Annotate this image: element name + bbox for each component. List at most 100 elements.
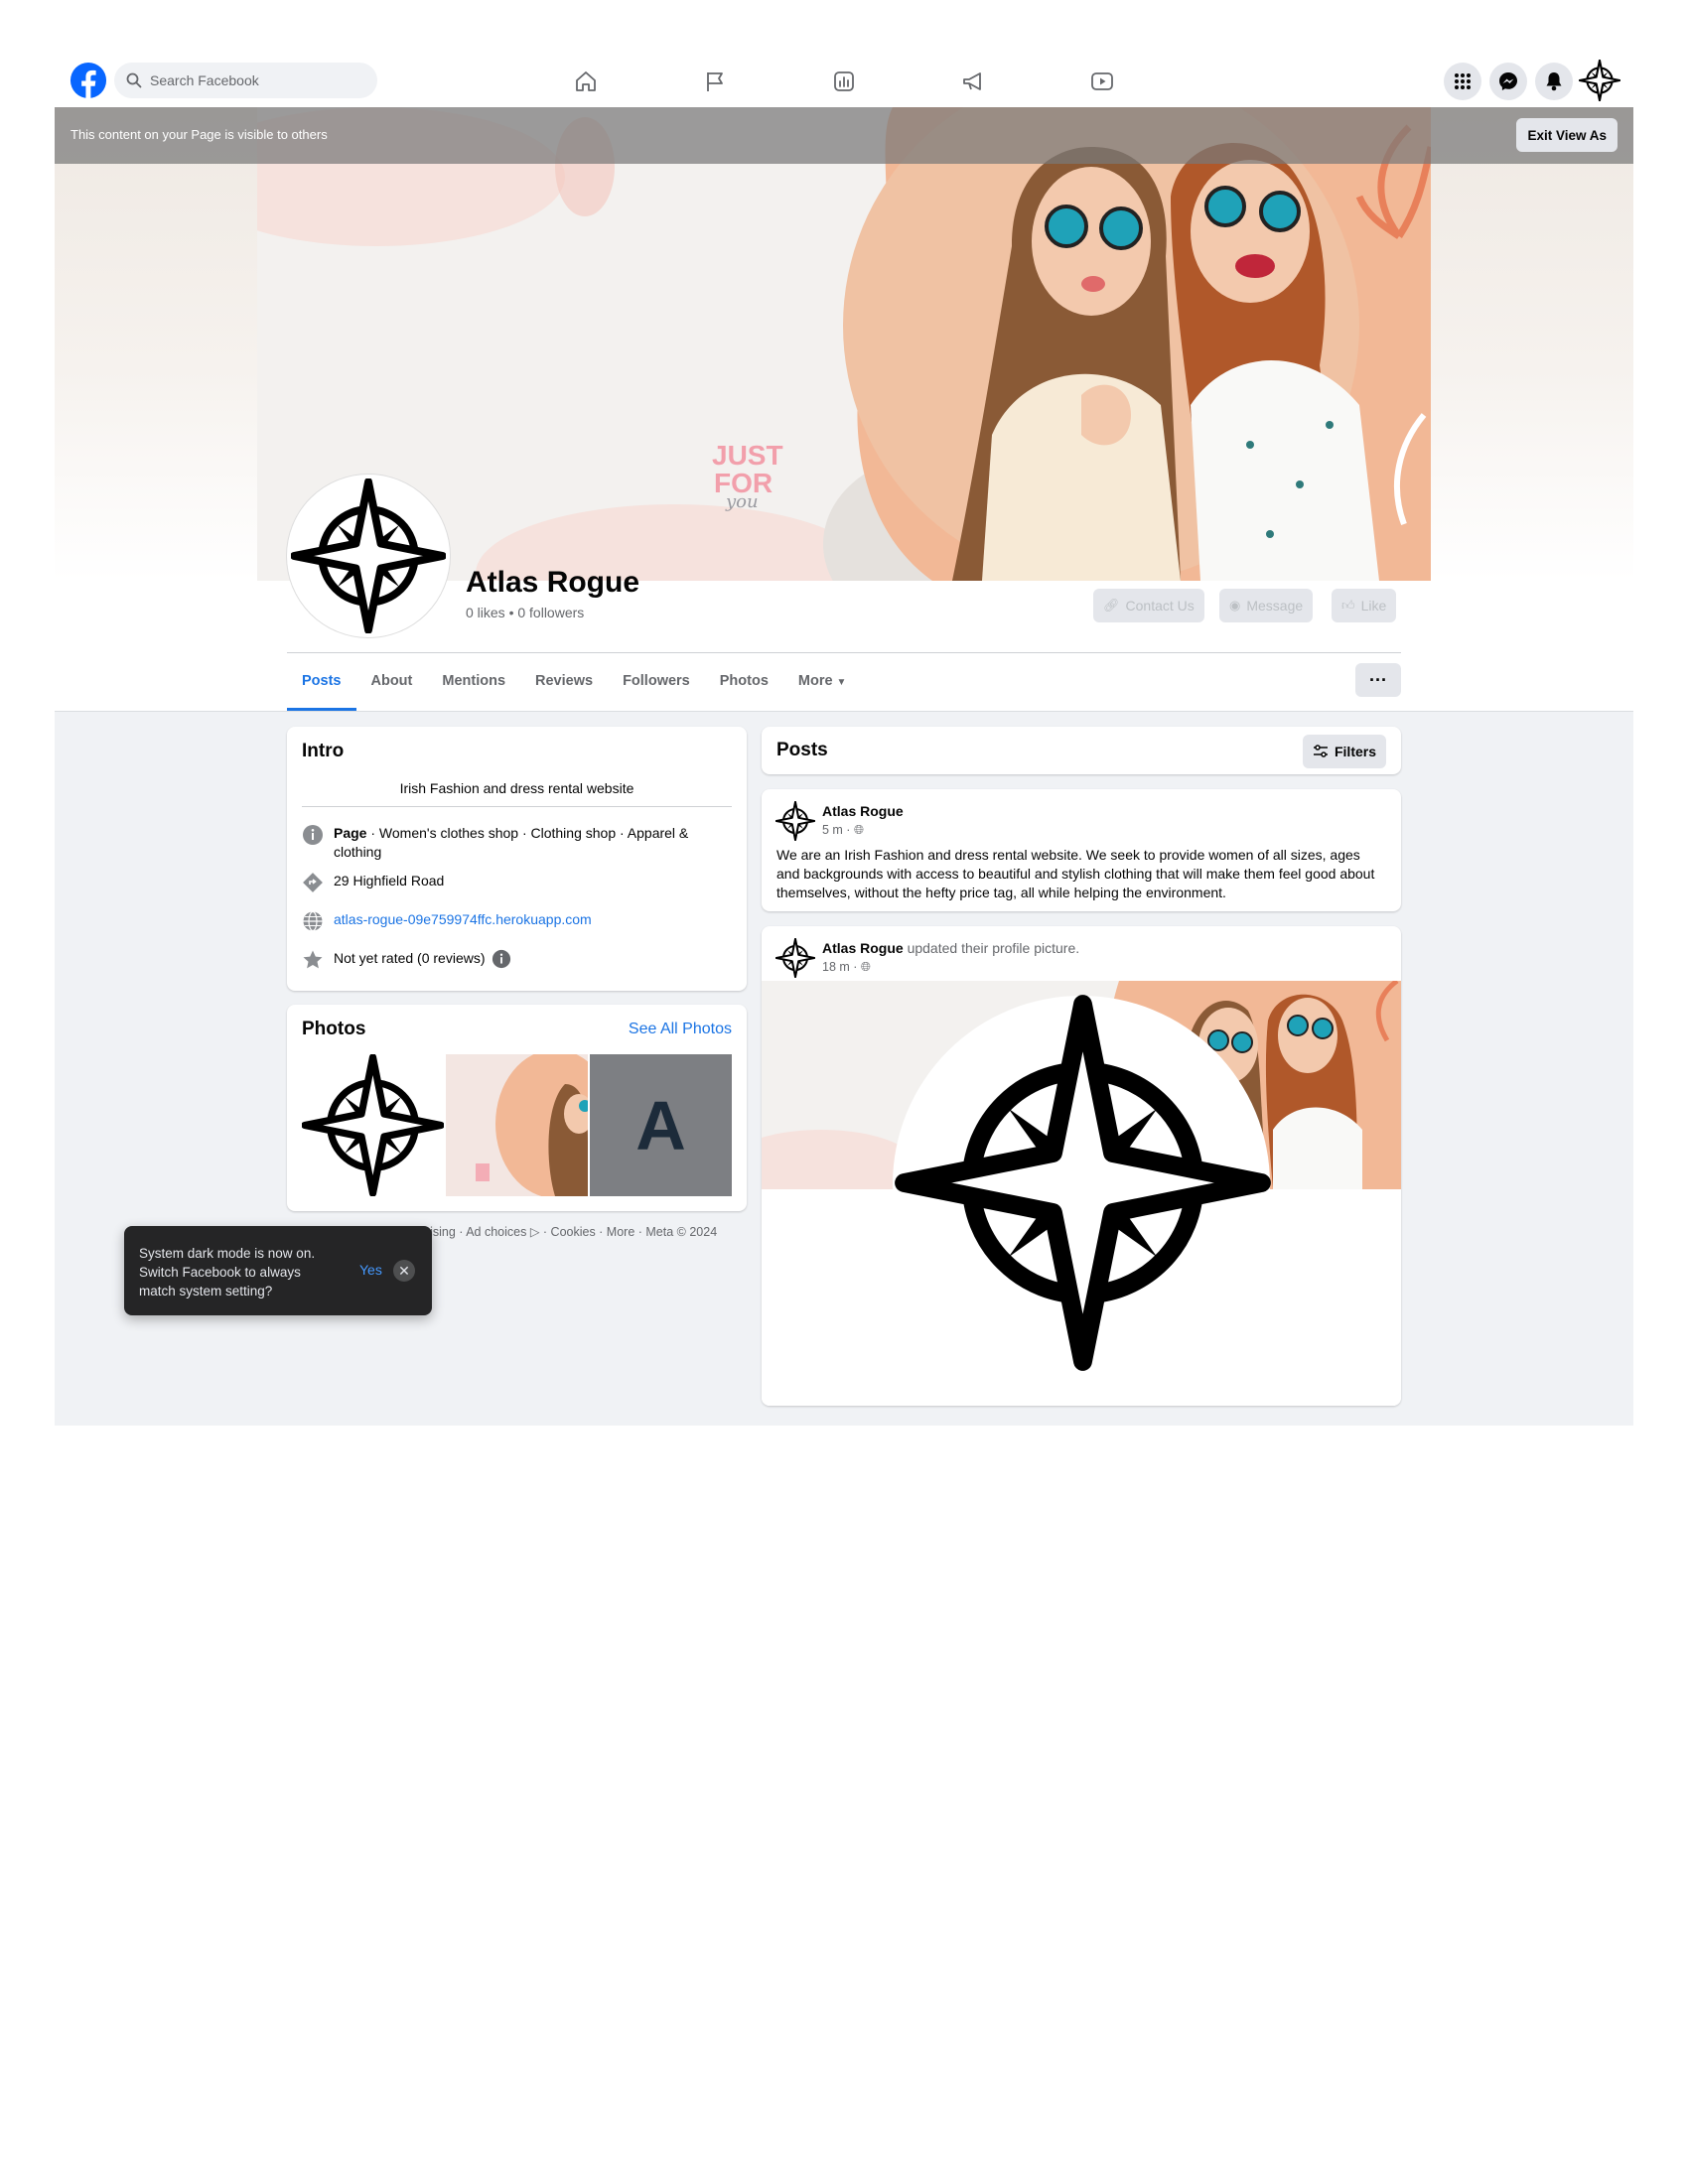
- page-tabs: Posts About Mentions Reviews Followers P…: [287, 663, 861, 711]
- filters-label: Filters: [1334, 744, 1376, 759]
- post-timestamp[interactable]: 5 m · 🌐︎: [822, 823, 864, 838]
- contact-us-label: Contact Us: [1125, 598, 1195, 614]
- tab-followers[interactable]: Followers: [608, 663, 705, 711]
- photos-title: Photos: [302, 1019, 366, 1039]
- message-label: Message: [1246, 598, 1304, 614]
- globe-icon: 🌐︎: [853, 823, 864, 837]
- post-time-text: 5 m ·: [822, 823, 854, 837]
- globe-icon: 🌐︎: [860, 960, 871, 974]
- post-author-name[interactable]: Atlas Rogue: [822, 803, 904, 819]
- post-card: Atlas Rogue updated their profile pictur…: [762, 926, 1401, 1406]
- photo-thumbnail-logo[interactable]: [302, 1054, 444, 1196]
- menu-grid-icon: [1455, 73, 1471, 89]
- view-as-message: This content on your Page is visible to …: [70, 127, 328, 142]
- megaphone-icon[interactable]: [960, 68, 986, 94]
- letter-tile: A: [635, 1086, 686, 1164]
- insights-icon[interactable]: [831, 68, 857, 94]
- website-link[interactable]: atlas-rogue-09e759974ffc.herokuapp.com: [334, 910, 592, 929]
- address-row: 29 Highfield Road: [302, 872, 444, 893]
- posts-title: Posts: [776, 740, 828, 760]
- intro-title: Intro: [302, 741, 345, 761]
- post-body-text: We are an Irish Fashion and dress rental…: [776, 847, 1375, 900]
- link-icon: 🔗︎: [1103, 598, 1120, 613]
- sliders-icon: [1313, 745, 1328, 757]
- post-author-avatar[interactable]: [775, 801, 815, 841]
- cover-thumbnail-image: [446, 1054, 588, 1196]
- caret-down-icon: ▼: [836, 677, 847, 688]
- video-icon[interactable]: [1089, 68, 1115, 94]
- category-bold: Page: [334, 825, 367, 841]
- post-author-avatar[interactable]: [775, 938, 815, 978]
- facebook-page-window: Search Facebook JUST FOR you This conten…: [55, 40, 1633, 1426]
- photo-thumbnail-cover[interactable]: [446, 1054, 588, 1196]
- account-avatar-icon[interactable]: [1579, 60, 1620, 101]
- tab-mentions[interactable]: Mentions: [427, 663, 520, 711]
- post-author-name[interactable]: Atlas Rogue: [822, 940, 904, 956]
- exit-view-as-button[interactable]: Exit View As: [1516, 118, 1618, 152]
- ellipsis-icon: ···: [1369, 669, 1387, 690]
- post-author: Atlas Rogue updated their profile pictur…: [822, 940, 1079, 956]
- profile-picture[interactable]: [287, 475, 450, 637]
- thumbs-up-icon: 👍︎: [1341, 598, 1355, 613]
- profile-picture-update-image[interactable]: [762, 981, 1401, 1406]
- tab-photos[interactable]: Photos: [705, 663, 783, 711]
- cover-stamp-line1: JUST: [712, 440, 783, 471]
- photos-card: Photos See All Photos A: [287, 1005, 747, 1211]
- toast-message: System dark mode is now on. Switch Faceb…: [139, 1246, 316, 1298]
- intro-bio: Irish Fashion and dress rental website: [399, 780, 634, 796]
- header-divider: [287, 652, 1401, 653]
- tab-about[interactable]: About: [356, 663, 428, 711]
- page-title: Atlas Rogue: [466, 566, 640, 599]
- post-action-text: updated their profile picture.: [903, 940, 1080, 956]
- category-text: Page · Women's clothes shop · Clothing s…: [334, 824, 719, 862]
- message-button[interactable]: ◉ Message: [1219, 589, 1314, 622]
- flag-icon[interactable]: [702, 68, 728, 94]
- post-time-text: 18 m ·: [822, 960, 861, 974]
- contact-us-button[interactable]: 🔗︎ Contact Us: [1093, 589, 1204, 622]
- top-navigation-bar: Search Facebook: [55, 40, 1633, 107]
- page-stats[interactable]: 0 likes • 0 followers: [466, 605, 584, 620]
- address-text: 29 Highfield Road: [334, 873, 445, 888]
- bell-icon: [1546, 72, 1562, 91]
- compass-logo-icon: [302, 1054, 444, 1196]
- compass-logo-icon: [291, 478, 446, 633]
- tab-reviews[interactable]: Reviews: [520, 663, 608, 711]
- messenger-icon: [1499, 72, 1517, 90]
- search-icon: [126, 72, 142, 88]
- filters-button[interactable]: Filters: [1302, 735, 1386, 768]
- post-author: Atlas Rogue: [822, 803, 904, 819]
- toast-yes-button[interactable]: Yes: [359, 1262, 382, 1278]
- photo-thumbnail-letter[interactable]: A: [590, 1054, 732, 1196]
- rating-text: Not yet rated (0 reviews): [334, 950, 486, 966]
- home-icon[interactable]: [573, 68, 599, 94]
- like-label: Like: [1360, 598, 1387, 614]
- tab-more-label: More: [797, 673, 833, 689]
- globe-icon: [303, 910, 323, 932]
- rating-row: Not yet rated (0 reviews): [302, 949, 511, 971]
- notifications-button[interactable]: [1535, 63, 1573, 100]
- view-as-banner: This content on your Page is visible to …: [55, 107, 1633, 164]
- tab-more[interactable]: More ▼: [783, 663, 862, 711]
- dark-mode-toast: System dark mode is now on. Switch Faceb…: [124, 1226, 432, 1315]
- page-footer: · Advertising · Ad choices ▷ · Cookies ·…: [387, 1225, 718, 1239]
- menu-grid-button[interactable]: [1444, 63, 1481, 100]
- more-options-button[interactable]: ···: [1355, 663, 1401, 697]
- cover-stamp-line3: you: [725, 491, 759, 512]
- messenger-button[interactable]: [1489, 63, 1527, 100]
- search-input[interactable]: Search Facebook: [114, 63, 377, 98]
- see-all-photos-link[interactable]: See All Photos: [629, 1021, 732, 1038]
- intro-divider: [302, 806, 732, 807]
- info-icon: [303, 825, 323, 845]
- tab-posts[interactable]: Posts: [287, 663, 356, 711]
- category-row: Page · Women's clothes shop · Clothing s…: [302, 824, 719, 862]
- like-button[interactable]: 👍︎ Like: [1332, 589, 1397, 622]
- info-icon[interactable]: [492, 949, 511, 969]
- close-icon[interactable]: ✕: [393, 1260, 415, 1282]
- facebook-logo-icon[interactable]: [70, 62, 107, 99]
- intro-card: Intro Irish Fashion and dress rental web…: [287, 727, 747, 991]
- posts-header-card: Posts Filters: [762, 727, 1401, 774]
- star-icon: [303, 950, 323, 969]
- post-timestamp[interactable]: 18 m · 🌐︎: [822, 960, 871, 975]
- messenger-icon: ◉: [1229, 598, 1241, 613]
- website-row: atlas-rogue-09e759974ffc.herokuapp.com: [302, 910, 592, 932]
